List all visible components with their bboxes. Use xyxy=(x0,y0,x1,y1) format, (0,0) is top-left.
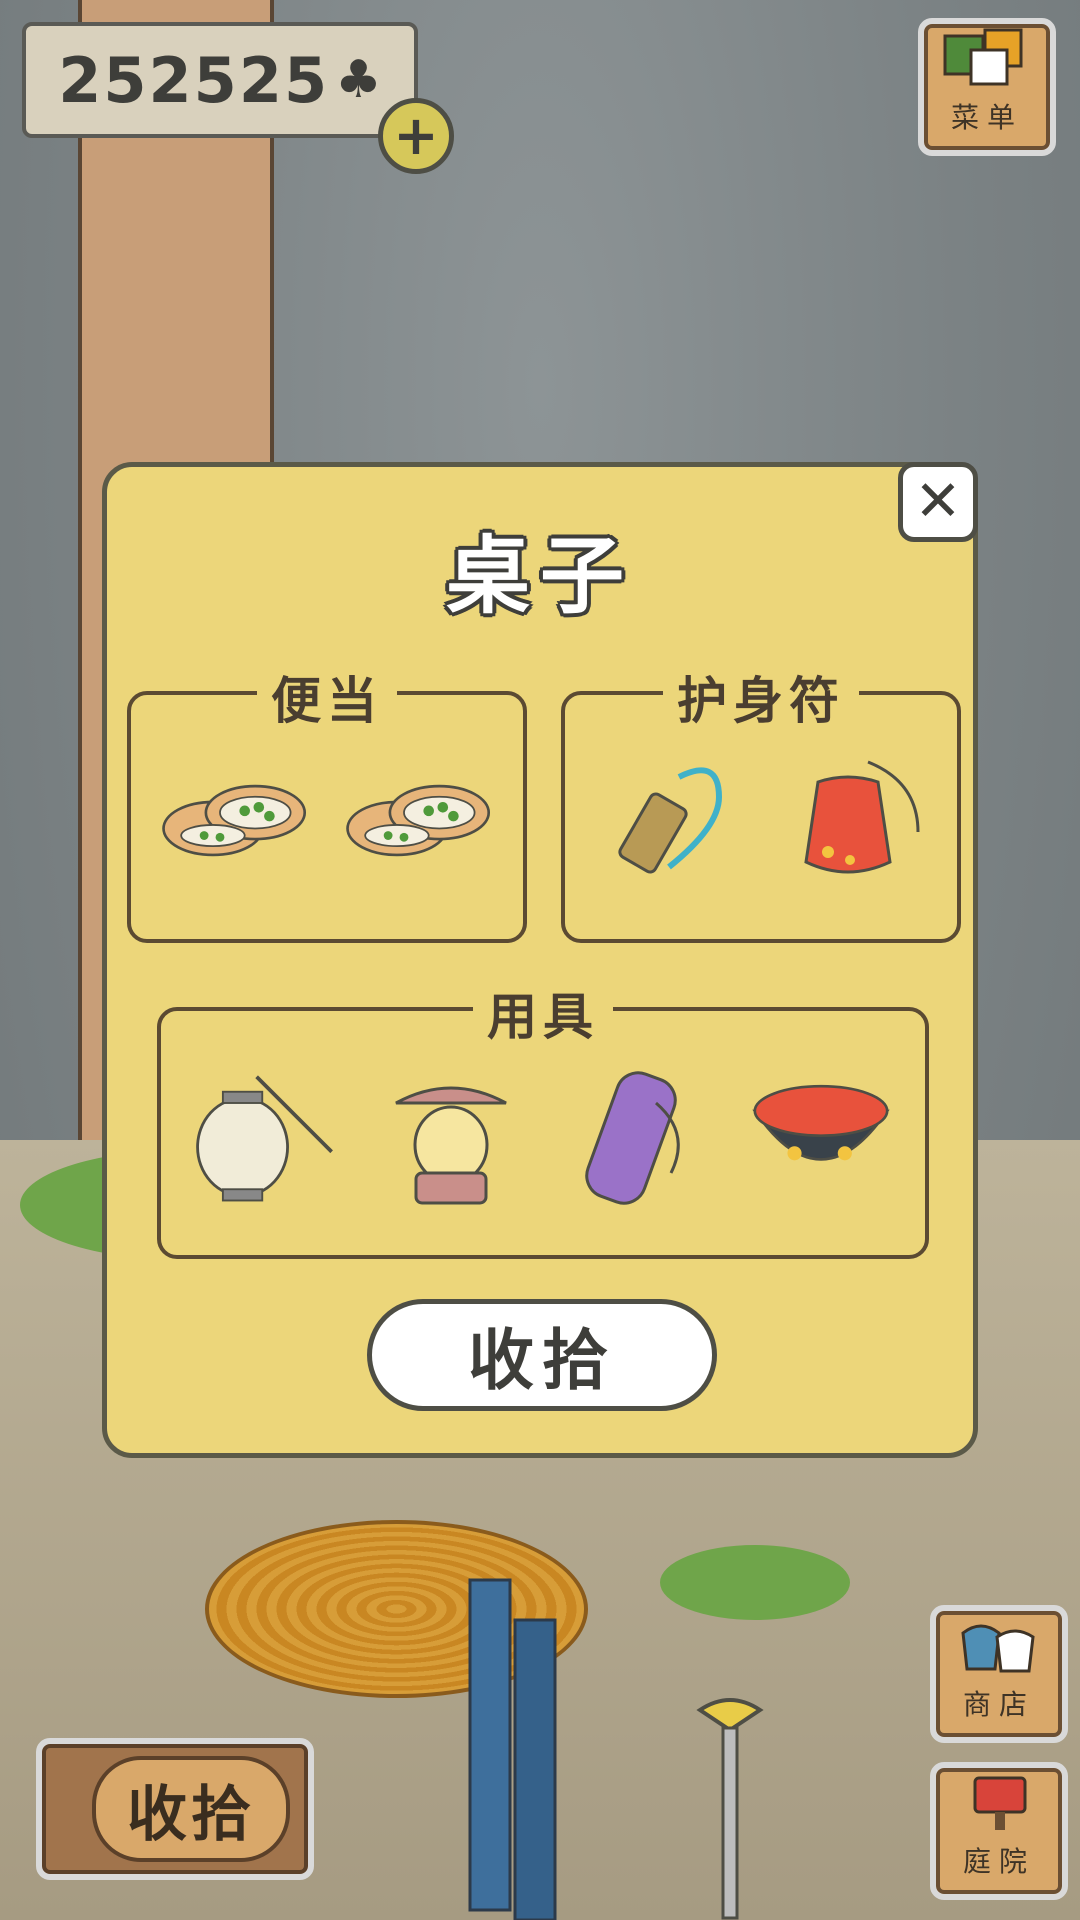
purple-bottle-bag-icon[interactable] xyxy=(561,1053,711,1213)
clover-icon: ♣ xyxy=(335,50,382,110)
garden-button[interactable]: 庭院 xyxy=(930,1762,1068,1900)
shop-bags-icon xyxy=(961,1624,1035,1673)
clover-counter: 252525 ♣ xyxy=(22,22,418,138)
dialog-title: 桌子 xyxy=(445,527,634,625)
grass-patch xyxy=(660,1545,850,1620)
bun-sandwich-icon[interactable] xyxy=(344,737,494,897)
table-items-dialog: 桌子 便当 护身符 用具 收拾 xyxy=(102,462,978,1458)
collect-tab-label: 收拾 xyxy=(92,1756,290,1862)
close-button[interactable]: ✕ xyxy=(898,462,978,542)
bell-charm-icon[interactable] xyxy=(594,737,744,897)
menu-cards-icon xyxy=(943,28,1023,86)
shop-label: 商店 xyxy=(962,1688,1035,1721)
section-tools: 用具 xyxy=(157,977,929,1259)
red-pouch-charm-icon[interactable] xyxy=(778,737,928,897)
section-bento: 便当 xyxy=(127,661,527,943)
mailbox-icon xyxy=(973,1776,1027,1830)
collect-tab-button[interactable]: 收拾 xyxy=(36,1738,314,1880)
clover-count: 252525 xyxy=(58,43,330,117)
collect-button[interactable]: 收拾 xyxy=(367,1299,717,1411)
add-clover-button[interactable]: + xyxy=(378,98,454,174)
menu-label: 菜单 xyxy=(950,101,1023,134)
plus-icon: + xyxy=(393,104,439,167)
bun-sandwich-icon[interactable] xyxy=(160,737,310,897)
shop-button[interactable]: 商店 xyxy=(930,1605,1068,1743)
paper-lantern-icon[interactable] xyxy=(191,1053,341,1213)
red-bowl-icon[interactable] xyxy=(746,1053,896,1213)
garden-label: 庭院 xyxy=(962,1845,1035,1878)
hanging-cloths xyxy=(468,1578,557,1920)
menu-button[interactable]: 菜单 xyxy=(918,18,1056,156)
oil-lamp-icon[interactable] xyxy=(376,1053,526,1213)
lamp-post xyxy=(696,1698,764,1920)
section-charm: 护身符 xyxy=(561,661,961,943)
close-icon: ✕ xyxy=(914,469,962,534)
